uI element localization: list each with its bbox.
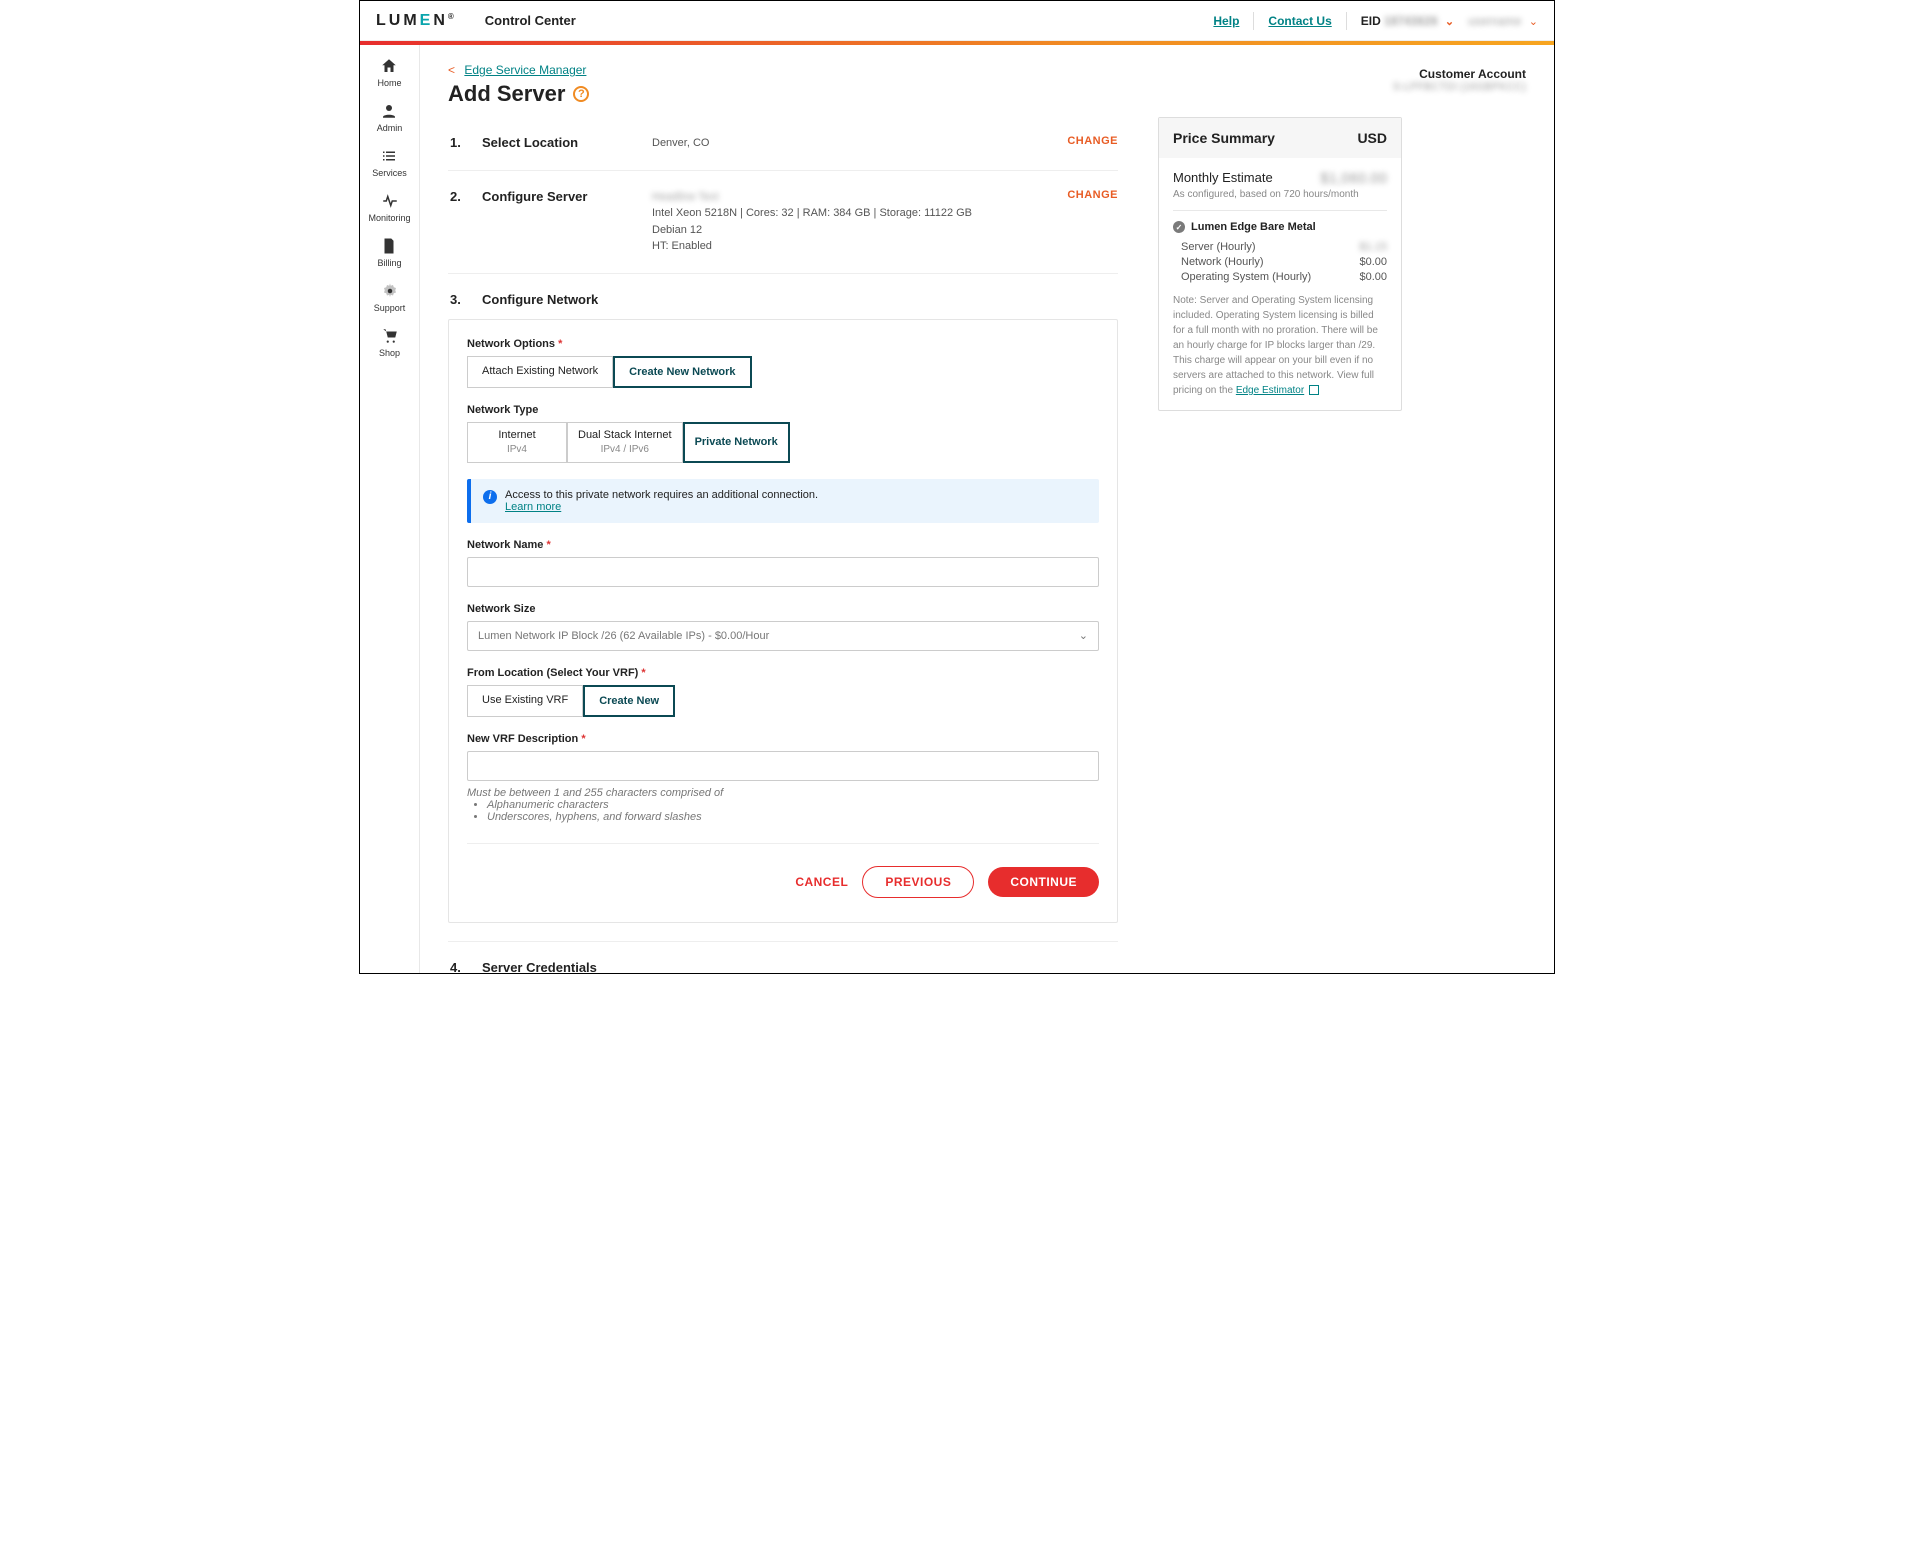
network-type-private[interactable]: Private Network [683, 422, 790, 463]
divider [1253, 12, 1254, 30]
contact-link[interactable]: Contact Us [1268, 14, 1331, 28]
app-name: Control Center [485, 13, 576, 28]
attach-existing-network[interactable]: Attach Existing Network [467, 356, 613, 388]
learn-more-link[interactable]: Learn more [505, 501, 561, 513]
network-size-select[interactable]: Lumen Network IP Block /26 (62 Available… [467, 621, 1099, 651]
check-icon: ✓ [1173, 221, 1185, 233]
monthly-note: As configured, based on 720 hours/month [1173, 189, 1387, 200]
price-title: Price Summary [1173, 130, 1275, 146]
change-location-button[interactable]: CHANGE [1067, 135, 1118, 152]
page-title: Add Server ? [448, 81, 1526, 107]
info-icon: i [483, 490, 497, 504]
line-item: Server (Hourly)$1.15 [1181, 241, 1387, 253]
eid-dropdown[interactable]: EID 18743626 ⌄ [1361, 14, 1454, 28]
external-link-icon [1309, 385, 1319, 395]
line-item: Operating System (Hourly)$0.00 [1181, 271, 1387, 283]
help-link[interactable]: Help [1213, 14, 1239, 28]
user-icon [380, 102, 398, 120]
network-name-label: Network Name * [467, 539, 1099, 551]
network-type-dual[interactable]: Dual Stack InternetIPv4 / IPv6 [567, 422, 683, 463]
price-currency: USD [1357, 130, 1387, 146]
network-options-toggle: Attach Existing Network Create New Netwo… [467, 356, 1099, 388]
private-network-info: i Access to this private network require… [467, 479, 1099, 523]
network-options-label: Network Options * [467, 338, 1099, 350]
step-configure-network: 3. Configure Network Network Options * A… [448, 274, 1118, 942]
help-icon[interactable]: ? [573, 86, 589, 102]
breadcrumb: < Edge Service Manager [448, 63, 1526, 77]
vrf-description-hint: Must be between 1 and 255 characters com… [467, 787, 1099, 823]
use-existing-vrf[interactable]: Use Existing VRF [467, 685, 583, 717]
customer-account: Customer Account S-LPFBCTDI (16GBPKCC) [1393, 67, 1526, 93]
vrf-from-label: From Location (Select Your VRF) * [467, 667, 1099, 679]
nav-billing[interactable]: Billing [377, 237, 401, 268]
user-dropdown[interactable]: username ⌄ [1468, 14, 1538, 28]
nav-shop[interactable]: Shop [379, 327, 400, 358]
cancel-button[interactable]: CANCEL [795, 875, 848, 889]
chevron-down-icon: ⌄ [1529, 16, 1538, 28]
pulse-icon [381, 192, 399, 210]
chevron-down-icon: ⌄ [1445, 16, 1454, 28]
edge-estimator-link[interactable]: Edge Estimator [1236, 385, 1304, 396]
network-type-toggle: InternetIPv4 Dual Stack InternetIPv4 / I… [467, 422, 1099, 463]
monthly-estimate-label: Monthly Estimate [1173, 170, 1273, 185]
product-name: ✓ Lumen Edge Bare Metal [1173, 221, 1387, 233]
breadcrumb-link[interactable]: Edge Service Manager [464, 63, 586, 77]
gear-icon [381, 282, 399, 300]
network-size-label: Network Size [467, 603, 1099, 615]
network-name-input[interactable] [467, 557, 1099, 587]
side-nav: Home Admin Services Monitoring Billing S… [360, 45, 420, 973]
nav-services[interactable]: Services [372, 147, 407, 178]
price-note: Note: Server and Operating System licens… [1173, 293, 1387, 398]
nav-support[interactable]: Support [374, 282, 406, 313]
top-bar: LUMEN® Control Center Help Contact Us EI… [360, 1, 1554, 41]
price-summary: Price Summary USD Monthly Estimate $1,06… [1158, 117, 1402, 411]
nav-home[interactable]: Home [377, 57, 401, 88]
chevron-down-icon: ⌄ [1079, 629, 1088, 642]
nav-admin[interactable]: Admin [377, 102, 403, 133]
chevron-left-icon: < [448, 63, 455, 77]
step-actions: CANCEL PREVIOUS CONTINUE [467, 843, 1099, 904]
step-configure-server: 2. Configure Server Headline Text Intel … [448, 171, 1118, 274]
continue-button[interactable]: CONTINUE [988, 867, 1099, 897]
vrf-toggle: Use Existing VRF Create New [467, 685, 1099, 717]
create-new-network[interactable]: Create New Network [613, 356, 751, 388]
create-new-vrf[interactable]: Create New [583, 685, 675, 717]
invoice-icon [380, 237, 398, 255]
network-type-label: Network Type [467, 404, 1099, 416]
cart-icon [381, 327, 399, 345]
previous-button[interactable]: PREVIOUS [862, 866, 974, 898]
network-type-internet[interactable]: InternetIPv4 [467, 422, 567, 463]
nav-monitoring[interactable]: Monitoring [368, 192, 410, 223]
change-server-button[interactable]: CHANGE [1067, 189, 1118, 255]
list-icon [380, 147, 398, 165]
divider [1346, 12, 1347, 30]
vrf-description-label: New VRF Description * [467, 733, 1099, 745]
step-server-credentials: 4. Server Credentials [448, 942, 1118, 973]
line-item: Network (Hourly)$0.00 [1181, 256, 1387, 268]
step-select-location: 1. Select Location Denver, CO CHANGE [448, 117, 1118, 171]
monthly-estimate-value: $1,060.00 [1320, 170, 1387, 187]
vrf-description-input[interactable] [467, 751, 1099, 781]
home-icon [380, 57, 398, 75]
logo: LUMEN® [376, 12, 457, 30]
